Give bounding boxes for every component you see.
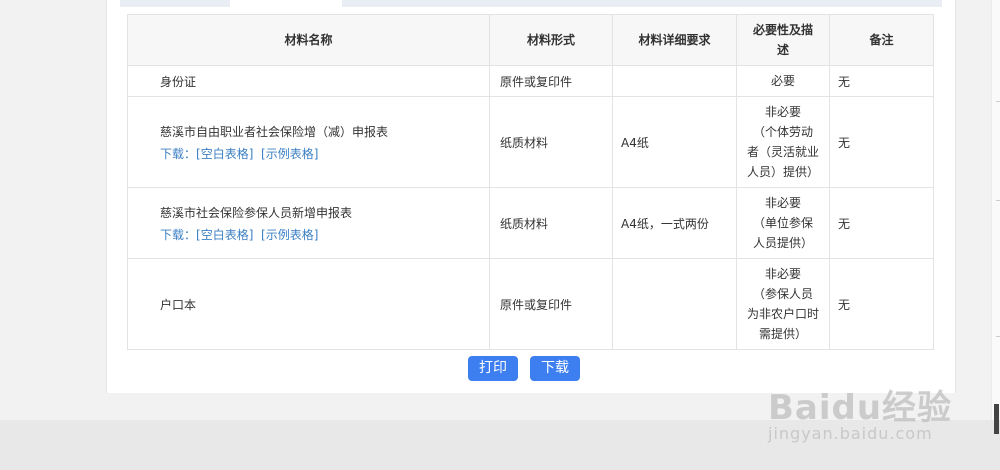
necessity-text: 非必要 （参保人员 为非农户口时 需提供） [746, 267, 819, 341]
materials-table: 材料名称 材料形式 材料详细要求 必要性及描述 备注 身份证 原件或复印件 必要… [127, 14, 934, 350]
sample-form-link[interactable]: [示例表格] [261, 147, 318, 161]
material-note: 无 [829, 65, 934, 97]
material-note: 无 [829, 96, 934, 188]
material-name-cell: 慈溪市社会保险参保人员新增申报表 下载：[空白表格] [示例表格] [127, 187, 490, 259]
material-name: 户口本 [127, 258, 490, 350]
material-detail [612, 258, 737, 350]
table-row: 慈溪市自由职业者社会保险增（减）申报表 下载：[空白表格] [示例表格] 纸质材… [127, 96, 934, 188]
watermark-logo: Baidu经验 [768, 388, 953, 428]
material-name: 慈溪市自由职业者社会保险增（减）申报表 [160, 124, 389, 139]
material-detail: A4纸，一式两份 [612, 187, 737, 259]
header-material-detail: 材料详细要求 [612, 14, 737, 66]
header-necessity: 必要性及描述 [736, 14, 830, 66]
material-necessity: 非必要 （单位参保 人员提供） [736, 187, 830, 259]
necessity-text: 非必要 （个体劳动 者（灵活就业 人员）提供） [746, 105, 819, 179]
material-form: 纸质材料 [489, 96, 613, 188]
print-button[interactable]: 打印 [468, 356, 518, 381]
necessity-text: 非必要 （单位参保 人员提供） [752, 196, 813, 250]
material-detail: A4纸 [612, 96, 737, 188]
table-row: 身份证 原件或复印件 必要 无 [127, 65, 934, 97]
material-detail [612, 65, 737, 97]
baidu-watermark: Baidu经验 jingyan.baidu.com [760, 372, 990, 452]
download-links: 下载：[空白表格] [示例表格] [160, 145, 489, 162]
watermark-url: jingyan.baidu.com [768, 424, 933, 443]
table-header-row: 材料名称 材料形式 材料详细要求 必要性及描述 备注 [127, 14, 934, 66]
scrollbar-thumb[interactable] [994, 404, 999, 434]
material-name-cell: 慈溪市自由职业者社会保险增（减）申报表 下载：[空白表格] [示例表格] [127, 96, 490, 188]
material-note: 无 [829, 258, 934, 350]
material-note: 无 [829, 187, 934, 259]
blank-form-link[interactable]: [空白表格] [196, 228, 253, 242]
scrollbar-track[interactable] [991, 0, 1000, 420]
sample-form-link[interactable]: [示例表格] [261, 228, 318, 242]
table-row: 户口本 原件或复印件 非必要 （参保人员 为非农户口时 需提供） 无 [127, 258, 934, 350]
material-necessity: 必要 [736, 65, 830, 97]
material-form: 原件或复印件 [489, 258, 613, 350]
header-note: 备注 [829, 14, 934, 66]
edge-tick [996, 336, 1000, 337]
edge-tick [996, 200, 1000, 201]
header-material-name: 材料名称 [127, 14, 490, 66]
tab-active[interactable] [230, 0, 342, 7]
edge-tick [996, 101, 1000, 102]
material-form: 原件或复印件 [489, 65, 613, 97]
table-row: 慈溪市社会保险参保人员新增申报表 下载：[空白表格] [示例表格] 纸质材料 A… [127, 187, 934, 259]
blank-form-link[interactable]: [空白表格] [196, 147, 253, 161]
material-name: 身份证 [127, 65, 490, 97]
download-prefix: 下载： [160, 227, 197, 242]
material-necessity: 非必要 （个体劳动 者（灵活就业 人员）提供） [736, 96, 830, 188]
material-name: 慈溪市社会保险参保人员新增申报表 [160, 205, 353, 220]
header-necessity-label: 必要性及描述 [752, 23, 813, 57]
material-necessity: 非必要 （参保人员 为非农户口时 需提供） [736, 258, 830, 350]
material-form: 纸质材料 [489, 187, 613, 259]
download-prefix: 下载： [160, 146, 197, 161]
header-material-form: 材料形式 [489, 14, 613, 66]
download-links: 下载：[空白表格] [示例表格] [160, 226, 489, 243]
download-button[interactable]: 下载 [530, 356, 580, 381]
